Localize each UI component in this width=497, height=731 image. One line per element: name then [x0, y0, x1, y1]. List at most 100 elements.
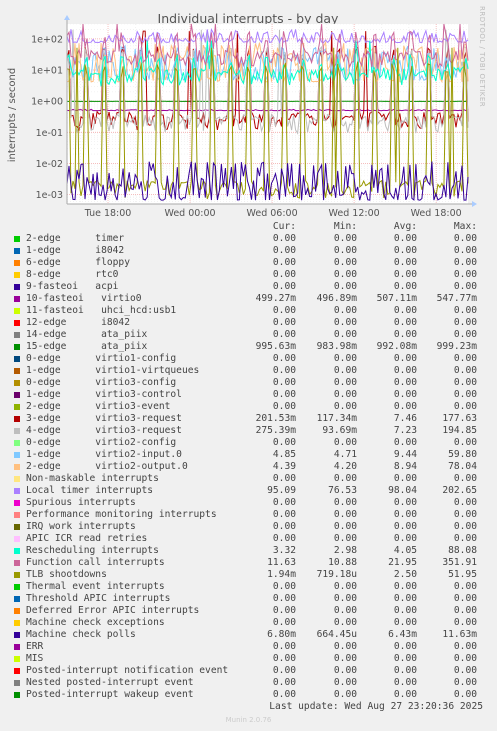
legend-value-min: 0.00 [333, 305, 357, 316]
legend-value-avg: 7.46 [393, 413, 417, 424]
legend-value-cur: 0.00 [272, 665, 296, 676]
legend-swatch [14, 668, 20, 674]
legend-row: 6-edge floppy 0.00 0.00 0.00 0.00 [0, 257, 497, 269]
legend-value-avg: 0.00 [393, 389, 417, 400]
legend-value-avg: 0.00 [393, 353, 417, 364]
legend-value-min: 0.00 [333, 653, 357, 664]
legend-row: Machine check polls 6.80m 664.45u 6.43m 11.6… [0, 629, 497, 641]
legend-value-max: 0.00 [453, 521, 477, 532]
legend-series-name: 11-fasteoi uhci_hcd:usb1 [26, 305, 177, 316]
legend-row: 11-fasteoi uhci_hcd:usb1 0.00 0.00 0.00 0.00 [0, 305, 497, 317]
legend-value-cur: 4.39 [272, 461, 296, 472]
legend-row: Posted-interrupt wakeup event 0.00 0.00 0.0… [0, 689, 497, 701]
legend-series-name: 3-edge virtio3-request [26, 413, 182, 424]
legend-value-avg: 0.00 [393, 329, 417, 340]
legend-value-cur: 0.00 [272, 605, 296, 616]
legend-row: APIC ICR read retries 0.00 0.00 0.00 0.00 [0, 533, 497, 545]
legend-series-name: Threshold APIC interrupts [26, 593, 171, 604]
legend-value-min: 0.00 [333, 509, 357, 520]
legend-series-name: 1-edge virtio3-control [26, 389, 182, 400]
legend-swatch [14, 572, 20, 578]
x-tick-label: Wed 00:00 [164, 208, 215, 219]
legend-series-name: MIS [26, 653, 44, 664]
legend-row: Non-maskable interrupts 0.00 0.00 0.00 0.00 [0, 473, 497, 485]
legend-value-cur: 275.39m [255, 425, 296, 436]
legend-value-avg: 0.00 [393, 653, 417, 664]
legend-row: Machine check exceptions 0.00 0.00 0.00 0.00 [0, 617, 497, 629]
legend-value-min: 983.98m [316, 341, 357, 352]
legend-series-name: Thermal event interrupts [26, 581, 165, 592]
col-header-min: Min: [333, 221, 357, 232]
legend-row: IRQ work interrupts 0.00 0.00 0.00 0.00 [0, 521, 497, 533]
legend-value-cur: 0.00 [272, 593, 296, 604]
legend-row: 2-edge virtio2-output.0 4.39 4.20 8.94 78.04 [0, 461, 497, 473]
legend-value-cur: 0.00 [272, 245, 296, 256]
legend-value-min: 0.00 [333, 521, 357, 532]
legend-value-avg: 507.11m [376, 293, 417, 304]
legend-swatch [14, 632, 20, 638]
legend-value-min: 0.00 [333, 677, 357, 688]
legend-value-max: 0.00 [453, 665, 477, 676]
legend-value-max: 0.00 [453, 281, 477, 292]
legend-value-max: 177.63 [442, 413, 477, 424]
legend-series-name: Spurious interrupts [26, 497, 136, 508]
y-tick-label: 1e+02 [31, 34, 63, 45]
legend-value-cur: 0.00 [272, 377, 296, 388]
legend-swatch [14, 524, 20, 530]
legend-swatch [14, 680, 20, 686]
legend-value-avg: 0.00 [393, 497, 417, 508]
legend-value-avg: 0.00 [393, 605, 417, 616]
legend-value-avg: 0.00 [393, 473, 417, 484]
legend-value-cur: 0.00 [272, 641, 296, 652]
legend-row: 4-edge virtio3-request 275.39m 93.69m 7.23 1… [0, 425, 497, 437]
legend-value-avg: 9.44 [393, 449, 417, 460]
legend-series-name: 10-fasteoi virtio0 [26, 293, 142, 304]
legend-series-name: 1-edge i8042 [26, 245, 125, 256]
legend-value-min: 93.69m [322, 425, 357, 436]
legend-swatch [14, 488, 20, 494]
legend-value-avg: 7.23 [393, 425, 417, 436]
legend-value-min: 0.00 [333, 605, 357, 616]
legend-value-cur: 201.53m [255, 413, 296, 424]
legend-series-name: 0-edge virtio2-config [26, 437, 177, 448]
legend-value-avg: 0.00 [393, 533, 417, 544]
legend-swatch [14, 248, 20, 254]
legend-swatch [14, 608, 20, 614]
legend-series-name: Rescheduling interrupts [26, 545, 159, 556]
legend-series-name: 0-edge virtio1-config [26, 353, 177, 364]
legend-value-max: 0.00 [453, 329, 477, 340]
legend-value-max: 0.00 [453, 365, 477, 376]
legend-value-cur: 0.00 [272, 437, 296, 448]
col-header-cur: Cur: [272, 221, 296, 232]
legend-value-avg: 0.00 [393, 677, 417, 688]
legend-value-cur: 0.00 [272, 473, 296, 484]
legend-value-max: 0.00 [453, 653, 477, 664]
legend-value-avg: 0.00 [393, 641, 417, 652]
legend-value-max: 0.00 [453, 257, 477, 268]
legend-value-cur: 995.63m [255, 341, 296, 352]
legend-value-max: 78.04 [448, 461, 477, 472]
legend-row: Local timer interrupts 95.09 76.53 98.04 202… [0, 485, 497, 497]
legend-swatch [14, 452, 20, 458]
legend-value-min: 496.89m [316, 293, 357, 304]
legend-value-cur: 11.63 [267, 557, 296, 568]
legend-row: 1-edge virtio1-virtqueues 0.00 0.00 0.00 0.0… [0, 365, 497, 377]
legend-value-avg: 98.04 [388, 485, 417, 496]
legend-value-max: 0.00 [453, 581, 477, 592]
legend-swatch [14, 380, 20, 386]
legend-row: 10-fasteoi virtio0 499.27m 496.89m 507.11m 5… [0, 293, 497, 305]
col-header-max: Max: [453, 221, 477, 232]
legend-series-name: Local timer interrupts [26, 485, 154, 496]
legend-value-cur: 0.00 [272, 509, 296, 520]
legend-value-cur: 0.00 [272, 233, 296, 244]
legend-row: Deferred Error APIC interrupts 0.00 0.00 0.… [0, 605, 497, 617]
x-tick-label: Wed 18:00 [411, 208, 462, 219]
x-tick-label: Tue 18:00 [84, 208, 132, 219]
legend-series-name: 12-edge i8042 [26, 317, 130, 328]
legend-value-cur: 499.27m [255, 293, 296, 304]
legend-value-max: 0.00 [453, 245, 477, 256]
legend-swatch [14, 296, 20, 302]
legend-value-avg: 0.00 [393, 521, 417, 532]
legend-row: Nested posted-interrupt event 0.00 0.00 0.0… [0, 677, 497, 689]
legend-swatch [14, 272, 20, 278]
